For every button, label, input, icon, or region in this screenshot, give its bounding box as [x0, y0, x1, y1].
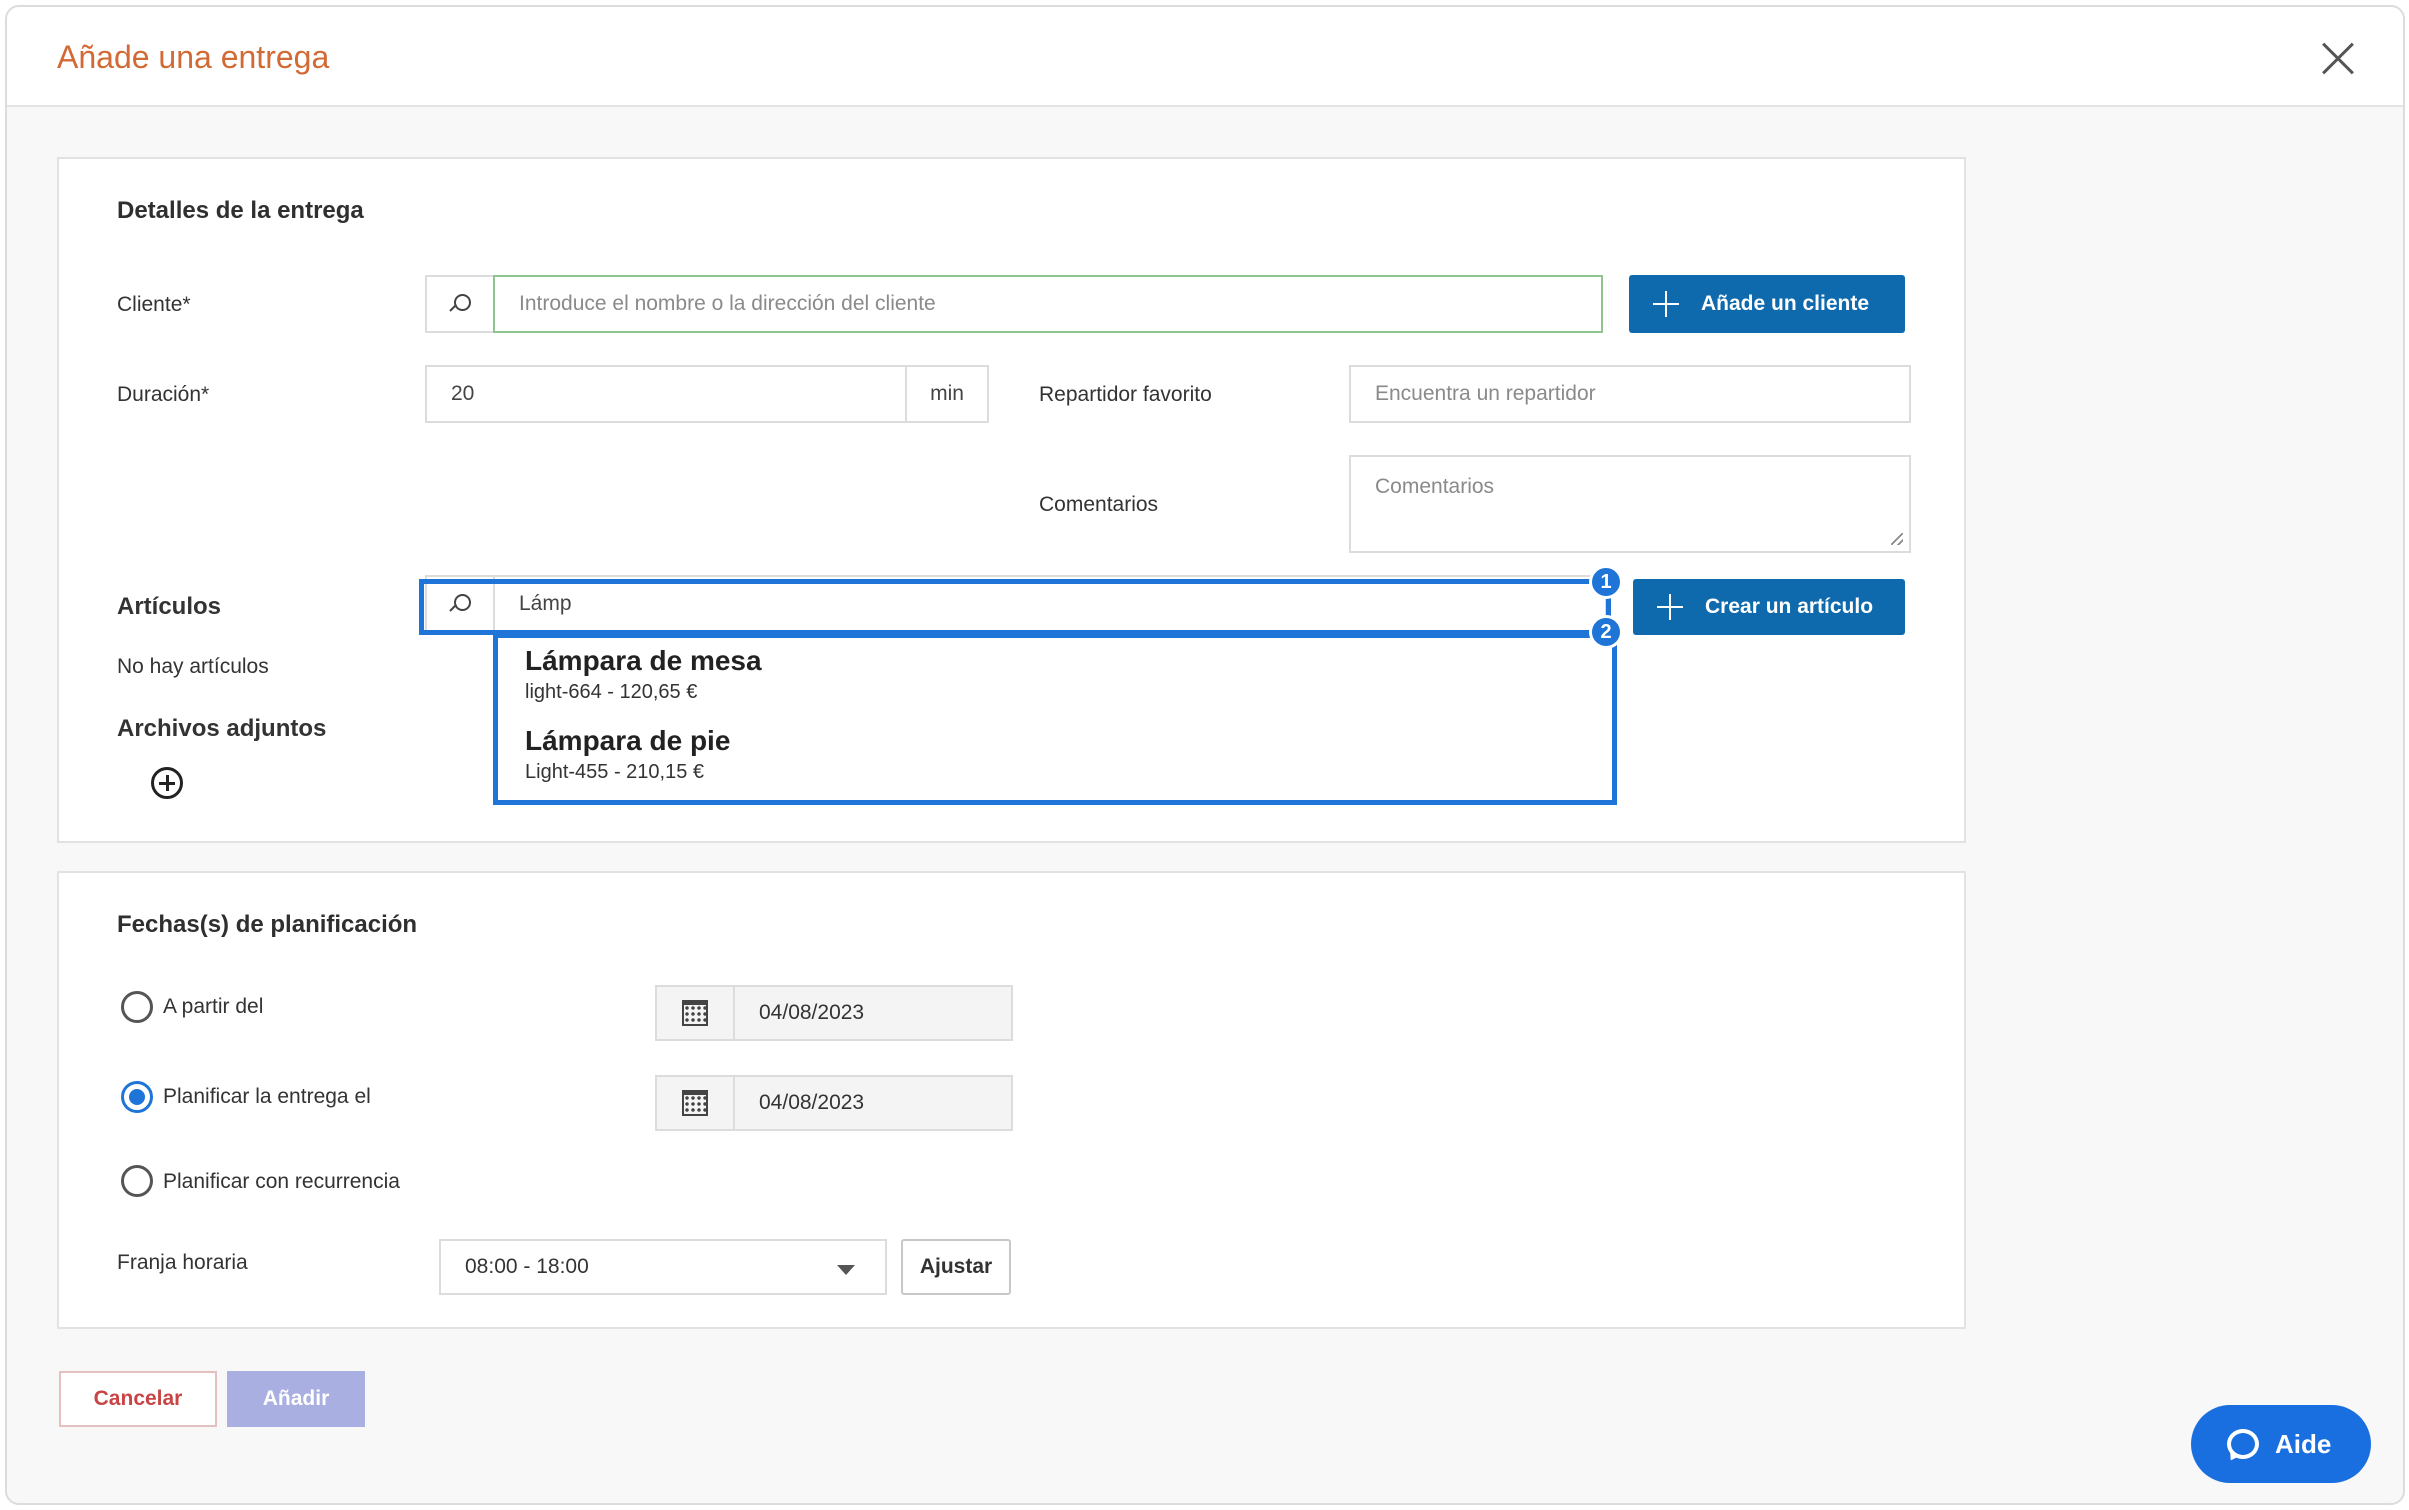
- create-item-button-label: Crear un artículo: [1705, 595, 1874, 618]
- add-client-button[interactable]: Añade un cliente: [1629, 275, 1905, 333]
- chat-icon: [2227, 1429, 2259, 1459]
- annotation-badge-2: 2: [1589, 615, 1623, 649]
- planning-card: Fechas(s) de planificación A partir del …: [57, 871, 1966, 1329]
- client-search-input[interactable]: Introduce el nombre o la dirección del c…: [493, 275, 1603, 333]
- time-slot-value: 08:00 - 18:00: [465, 1255, 589, 1278]
- annotation-box-search: [419, 579, 1611, 635]
- create-item-button[interactable]: Crear un artículo: [1633, 579, 1905, 635]
- section-title-planning: Fechas(s) de planificación: [117, 911, 418, 938]
- close-icon[interactable]: [2321, 41, 2355, 75]
- time-slot-select[interactable]: 08:00 - 18:00: [439, 1239, 887, 1295]
- calendar-button[interactable]: [655, 1075, 735, 1131]
- radio-plan-on-date-label: Planificar la entrega el: [163, 1085, 371, 1108]
- time-slot-label: Franja horaria: [117, 1251, 248, 1274]
- add-attachment-icon[interactable]: [151, 767, 183, 799]
- client-label: Cliente*: [117, 293, 191, 316]
- add-delivery-modal: Añade una entrega Detalles de la entrega…: [5, 5, 2405, 1505]
- date-field-plan-on-date[interactable]: 04/08/2023: [655, 1075, 1013, 1131]
- search-icon: [449, 293, 471, 315]
- client-search-icon-box: [425, 275, 495, 333]
- add-client-button-label: Añade un cliente: [1701, 292, 1870, 315]
- calendar-button[interactable]: [655, 985, 735, 1041]
- comments-label: Comentarios: [1039, 493, 1159, 516]
- date-value[interactable]: 04/08/2023: [735, 1075, 1013, 1131]
- radio-recurrence[interactable]: [121, 1165, 153, 1197]
- duration-unit-text: min: [930, 382, 964, 405]
- date-field-starting-from[interactable]: 04/08/2023: [655, 985, 1013, 1041]
- cancel-button[interactable]: Cancelar: [59, 1371, 217, 1427]
- radio-starting-from[interactable]: [121, 991, 153, 1023]
- help-button[interactable]: Aide: [2191, 1405, 2371, 1483]
- attachments-label: Archivos adjuntos: [117, 715, 327, 742]
- section-title-details: Detalles de la entrega: [117, 197, 364, 224]
- resize-grip-icon[interactable]: [1891, 533, 1903, 545]
- items-label: Artículos: [117, 593, 222, 620]
- calendar-icon: [682, 1000, 708, 1026]
- modal-header: Añade una entrega: [7, 7, 2403, 107]
- comments-textarea[interactable]: Comentarios: [1349, 455, 1911, 553]
- annotation-box-dropdown: [493, 633, 1617, 805]
- duration-label: Duración*: [117, 383, 210, 406]
- comments-placeholder: Comentarios: [1375, 475, 1495, 498]
- calendar-icon: [682, 1090, 708, 1116]
- annotation-badge-1: 1: [1589, 565, 1623, 599]
- plus-icon: [1657, 594, 1683, 620]
- delivery-details-card: Detalles de la entrega Cliente* Introduc…: [57, 157, 1966, 843]
- modal-title: Añade una entrega: [57, 39, 330, 75]
- radio-plan-on-date[interactable]: [121, 1081, 153, 1113]
- client-search-placeholder: Introduce el nombre o la dirección del c…: [519, 292, 936, 315]
- favorite-driver-input[interactable]: Encuentra un repartidor: [1349, 365, 1911, 423]
- duration-input[interactable]: 20: [425, 365, 907, 423]
- adjust-button[interactable]: Ajustar: [901, 1239, 1011, 1295]
- help-button-label: Aide: [2275, 1428, 2332, 1459]
- favorite-driver-label: Repartidor favorito: [1039, 383, 1212, 406]
- duration-value: 20: [451, 382, 475, 405]
- plus-icon: [1653, 291, 1679, 317]
- radio-starting-from-label: A partir del: [163, 995, 264, 1018]
- no-items-text: No hay artículos: [117, 655, 269, 678]
- radio-recurrence-label: Planificar con recurrencia: [163, 1170, 400, 1193]
- duration-unit: min: [905, 365, 989, 423]
- add-button[interactable]: Añadir: [227, 1371, 365, 1427]
- favorite-driver-placeholder: Encuentra un repartidor: [1375, 382, 1596, 405]
- date-value[interactable]: 04/08/2023: [735, 985, 1013, 1041]
- chevron-down-icon: [837, 1265, 855, 1275]
